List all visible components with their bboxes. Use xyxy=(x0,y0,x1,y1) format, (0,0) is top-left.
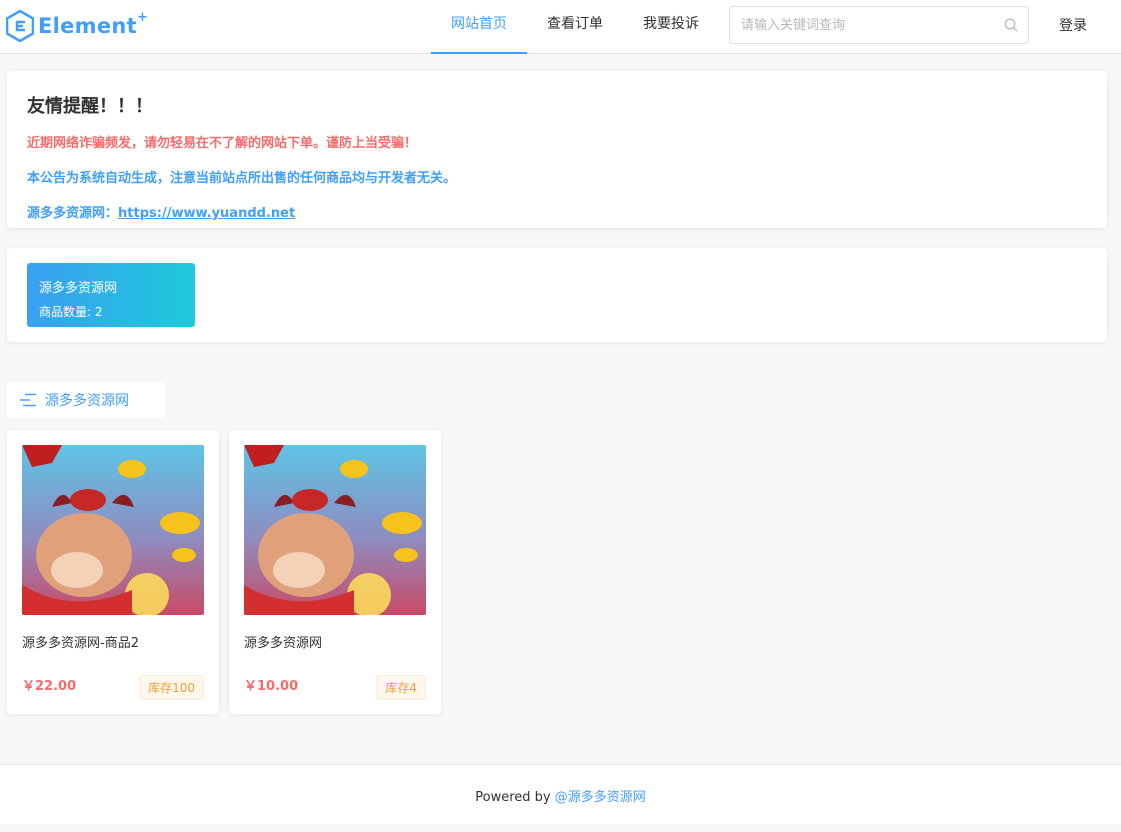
nav-complaint[interactable]: 我要投诉 xyxy=(623,0,719,54)
nav-home[interactable]: 网站首页 xyxy=(431,0,527,54)
notice-site-prefix: 源多多资源网： xyxy=(27,206,119,221)
section-title-text: 源多多资源网 xyxy=(45,393,129,409)
notice-site-line: 源多多资源网：https://www.yuandd.net xyxy=(27,202,1087,221)
category-name: 源多多资源网 xyxy=(39,281,118,296)
footer-link[interactable]: @源多多资源网 xyxy=(555,790,646,805)
product-name: 源多多资源网-商品2 xyxy=(22,636,139,651)
product-price: ￥10.00 xyxy=(244,679,299,694)
notice-card: 友情提醒！！！ 近期网络诈骗频发，请勿轻易在不了解的网站下单。谨防上当受骗！ 本… xyxy=(7,71,1107,228)
stock-badge: 库存100 xyxy=(139,675,204,700)
notice-warning: 近期网络诈骗频发，请勿轻易在不了解的网站下单。谨防上当受骗！ xyxy=(27,136,418,151)
product-card[interactable]: 源多多资源网-商品2 ￥22.00 库存100 xyxy=(7,430,219,714)
search-icon[interactable] xyxy=(1004,18,1018,32)
login-button[interactable]: 登录 xyxy=(1059,15,1087,35)
section-title: 源多多资源网 xyxy=(7,382,165,418)
category-tile[interactable]: 源多多资源网 商品数量: 2 xyxy=(27,263,195,327)
footer-powered: Powered by xyxy=(475,790,555,805)
nav-orders[interactable]: 查看订单 xyxy=(527,0,623,54)
product-price: ￥22.00 xyxy=(22,679,77,694)
category-count: 商品数量: 2 xyxy=(39,305,103,319)
notice-disclaimer: 本公告为系统自动生成，注意当前站点所出售的任何商品均与开发者无关。 xyxy=(27,171,457,186)
product-name: 源多多资源网 xyxy=(244,636,323,651)
stock-badge: 库存4 xyxy=(376,675,426,700)
page-footer: Powered by @源多多资源网 xyxy=(0,764,1121,824)
top-header: Element + 网站首页 查看订单 我要投诉 登录 xyxy=(0,0,1121,54)
menu-list-icon xyxy=(20,393,36,407)
product-card[interactable]: 源多多资源网 ￥10.00 库存4 xyxy=(229,430,441,714)
element-logo[interactable]: Element + xyxy=(6,10,148,42)
search-input[interactable] xyxy=(730,7,990,43)
logo-plus: + xyxy=(137,9,148,25)
search-box xyxy=(729,6,1029,44)
notice-title: 友情提醒！！！ xyxy=(27,96,153,117)
main-nav: 网站首页 查看订单 我要投诉 xyxy=(431,0,719,54)
notice-site-link[interactable]: https://www.yuandd.net xyxy=(118,206,295,221)
logo-text: Element xyxy=(38,14,137,38)
element-logo-icon xyxy=(6,10,34,42)
product-image xyxy=(244,445,426,615)
category-panel: 源多多资源网 商品数量: 2 xyxy=(7,248,1107,342)
product-image xyxy=(22,445,204,615)
